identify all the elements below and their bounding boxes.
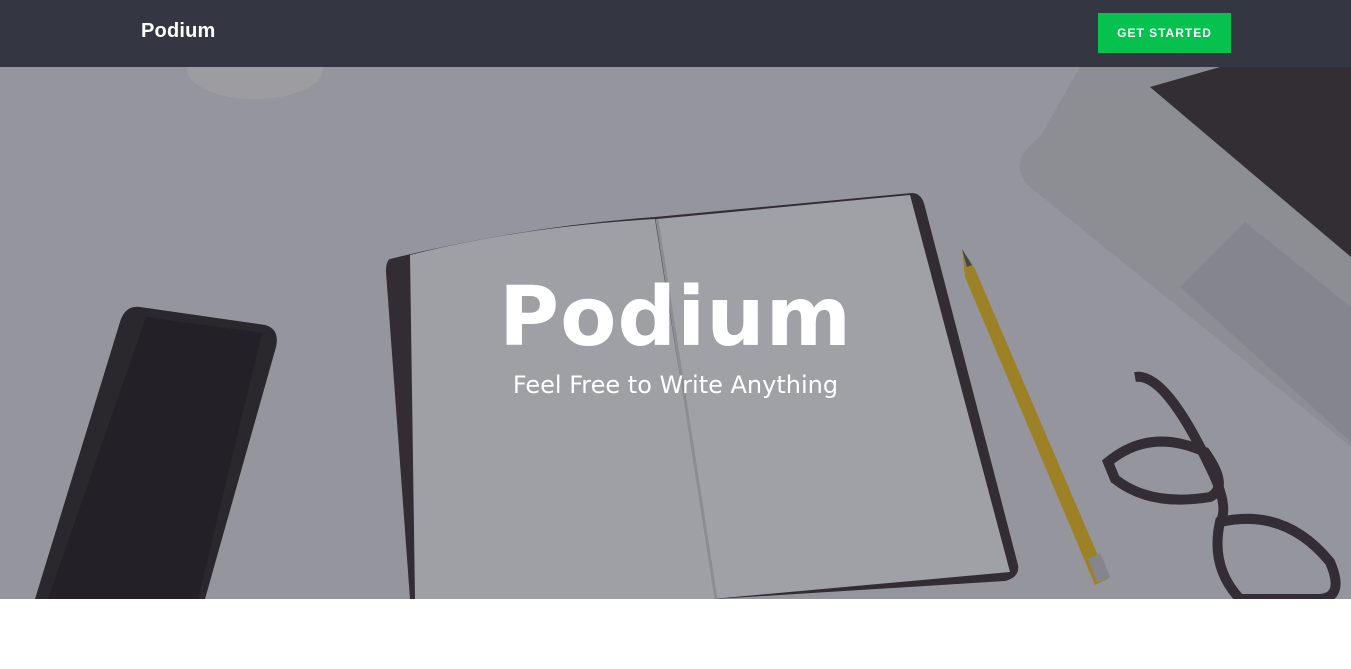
content-area xyxy=(0,599,1351,669)
hero-title: Podium xyxy=(498,270,853,365)
hero-subtitle: Feel Free to Write Anything xyxy=(512,371,839,399)
brand-logo[interactable]: Podium xyxy=(141,20,216,43)
get-started-button[interactable]: GET STARTED xyxy=(1098,13,1231,53)
navbar: Podium GET STARTED xyxy=(0,0,1351,67)
hero-section: Podium Feel Free to Write Anything xyxy=(0,67,1351,599)
